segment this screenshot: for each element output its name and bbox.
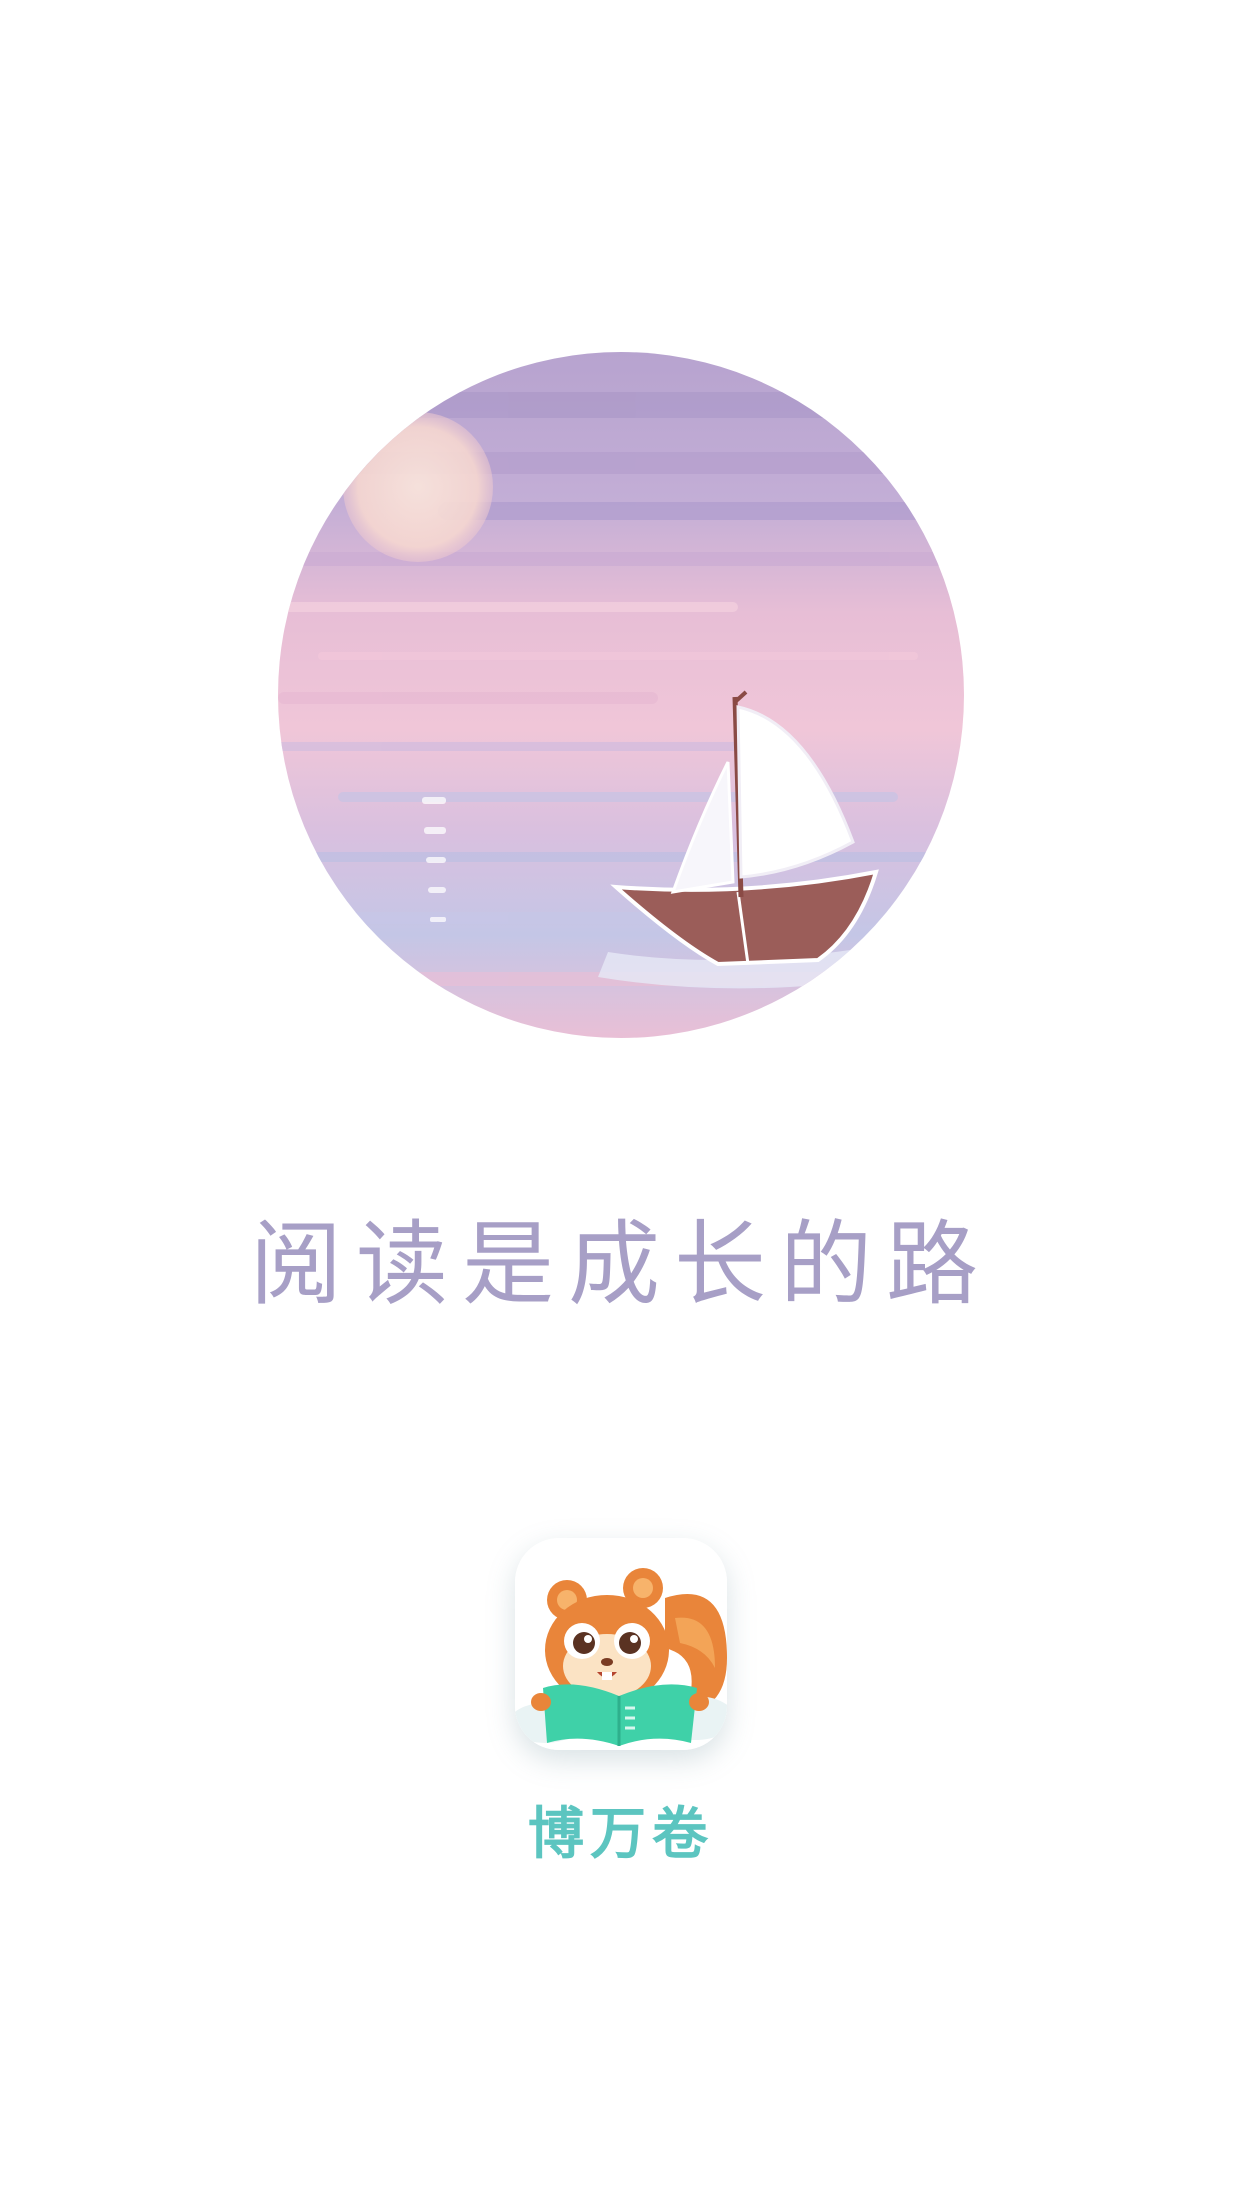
splash-screen: 阅读是成长的路 博万卷 (0, 0, 1242, 2208)
slogan-text: 阅读是成长的路 (249, 1211, 992, 1318)
app-logo-icon (515, 1538, 727, 1750)
app-name: 博万卷 (528, 1802, 714, 1867)
sailboat-illustration (278, 352, 964, 1038)
